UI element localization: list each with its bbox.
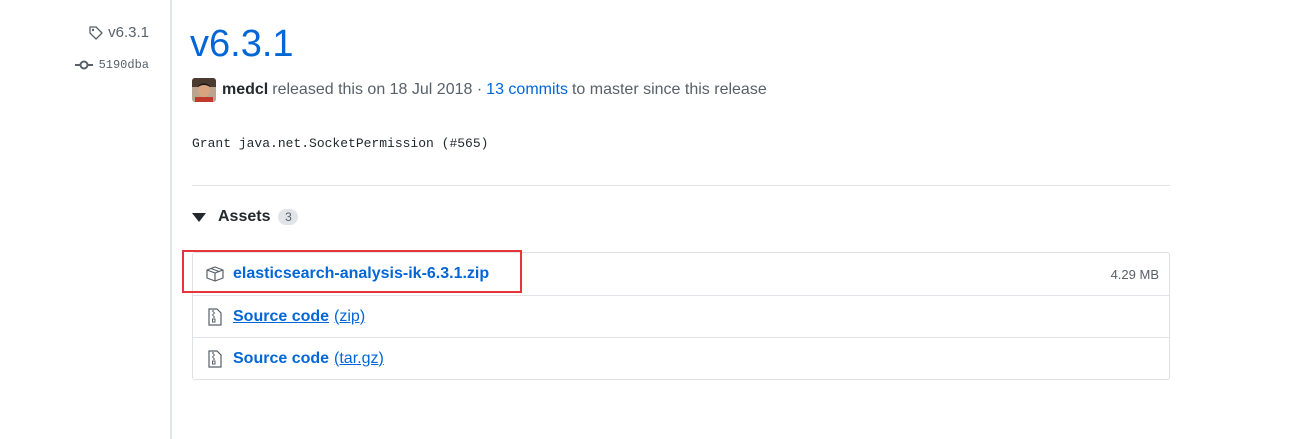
avatar[interactable]: [192, 78, 216, 102]
release-title[interactable]: v6.3.1: [190, 18, 294, 70]
source-code-zip-format[interactable]: (zip): [334, 308, 365, 326]
git-commit-icon: [74, 59, 93, 71]
author-name[interactable]: medcl: [222, 81, 268, 99]
commit-sha: 5190dba: [98, 58, 149, 72]
timeline-divider: [170, 0, 172, 439]
tag-label: v6.3.1: [108, 24, 149, 41]
assets-toggle[interactable]: Assets 3: [192, 208, 299, 226]
highlight-box: [182, 250, 522, 293]
release-tag[interactable]: v6.3.1: [88, 24, 149, 41]
release-meta: medcl released this on 18 Jul 2018 · 13 …: [192, 78, 767, 102]
source-code-zip-link[interactable]: Source code: [233, 308, 329, 326]
commits-link[interactable]: 13 commits: [486, 81, 568, 99]
file-zip-icon: [205, 349, 225, 368]
source-code-targz-format[interactable]: (tar.gz): [334, 350, 384, 368]
branch-text: to master since this release: [571, 81, 767, 98]
section-divider: [192, 185, 1170, 186]
source-code-targz-link[interactable]: Source code: [233, 350, 329, 368]
file-zip-icon: [205, 307, 225, 326]
assets-heading: Assets: [218, 208, 271, 225]
tag-icon: [88, 25, 104, 41]
asset-size: 4.29 MB: [1110, 266, 1159, 282]
released-text: released this on 18 Jul 2018 ·: [272, 81, 483, 98]
triangle-down-icon: [192, 212, 206, 222]
assets-count-badge: 3: [278, 209, 299, 225]
release-commit[interactable]: 5190dba: [74, 58, 149, 72]
release-notes: Grant java.net.SocketPermission (#565): [192, 136, 489, 151]
asset-row: Source code (tar.gz): [193, 337, 1169, 379]
asset-row: Source code (zip): [193, 295, 1169, 337]
